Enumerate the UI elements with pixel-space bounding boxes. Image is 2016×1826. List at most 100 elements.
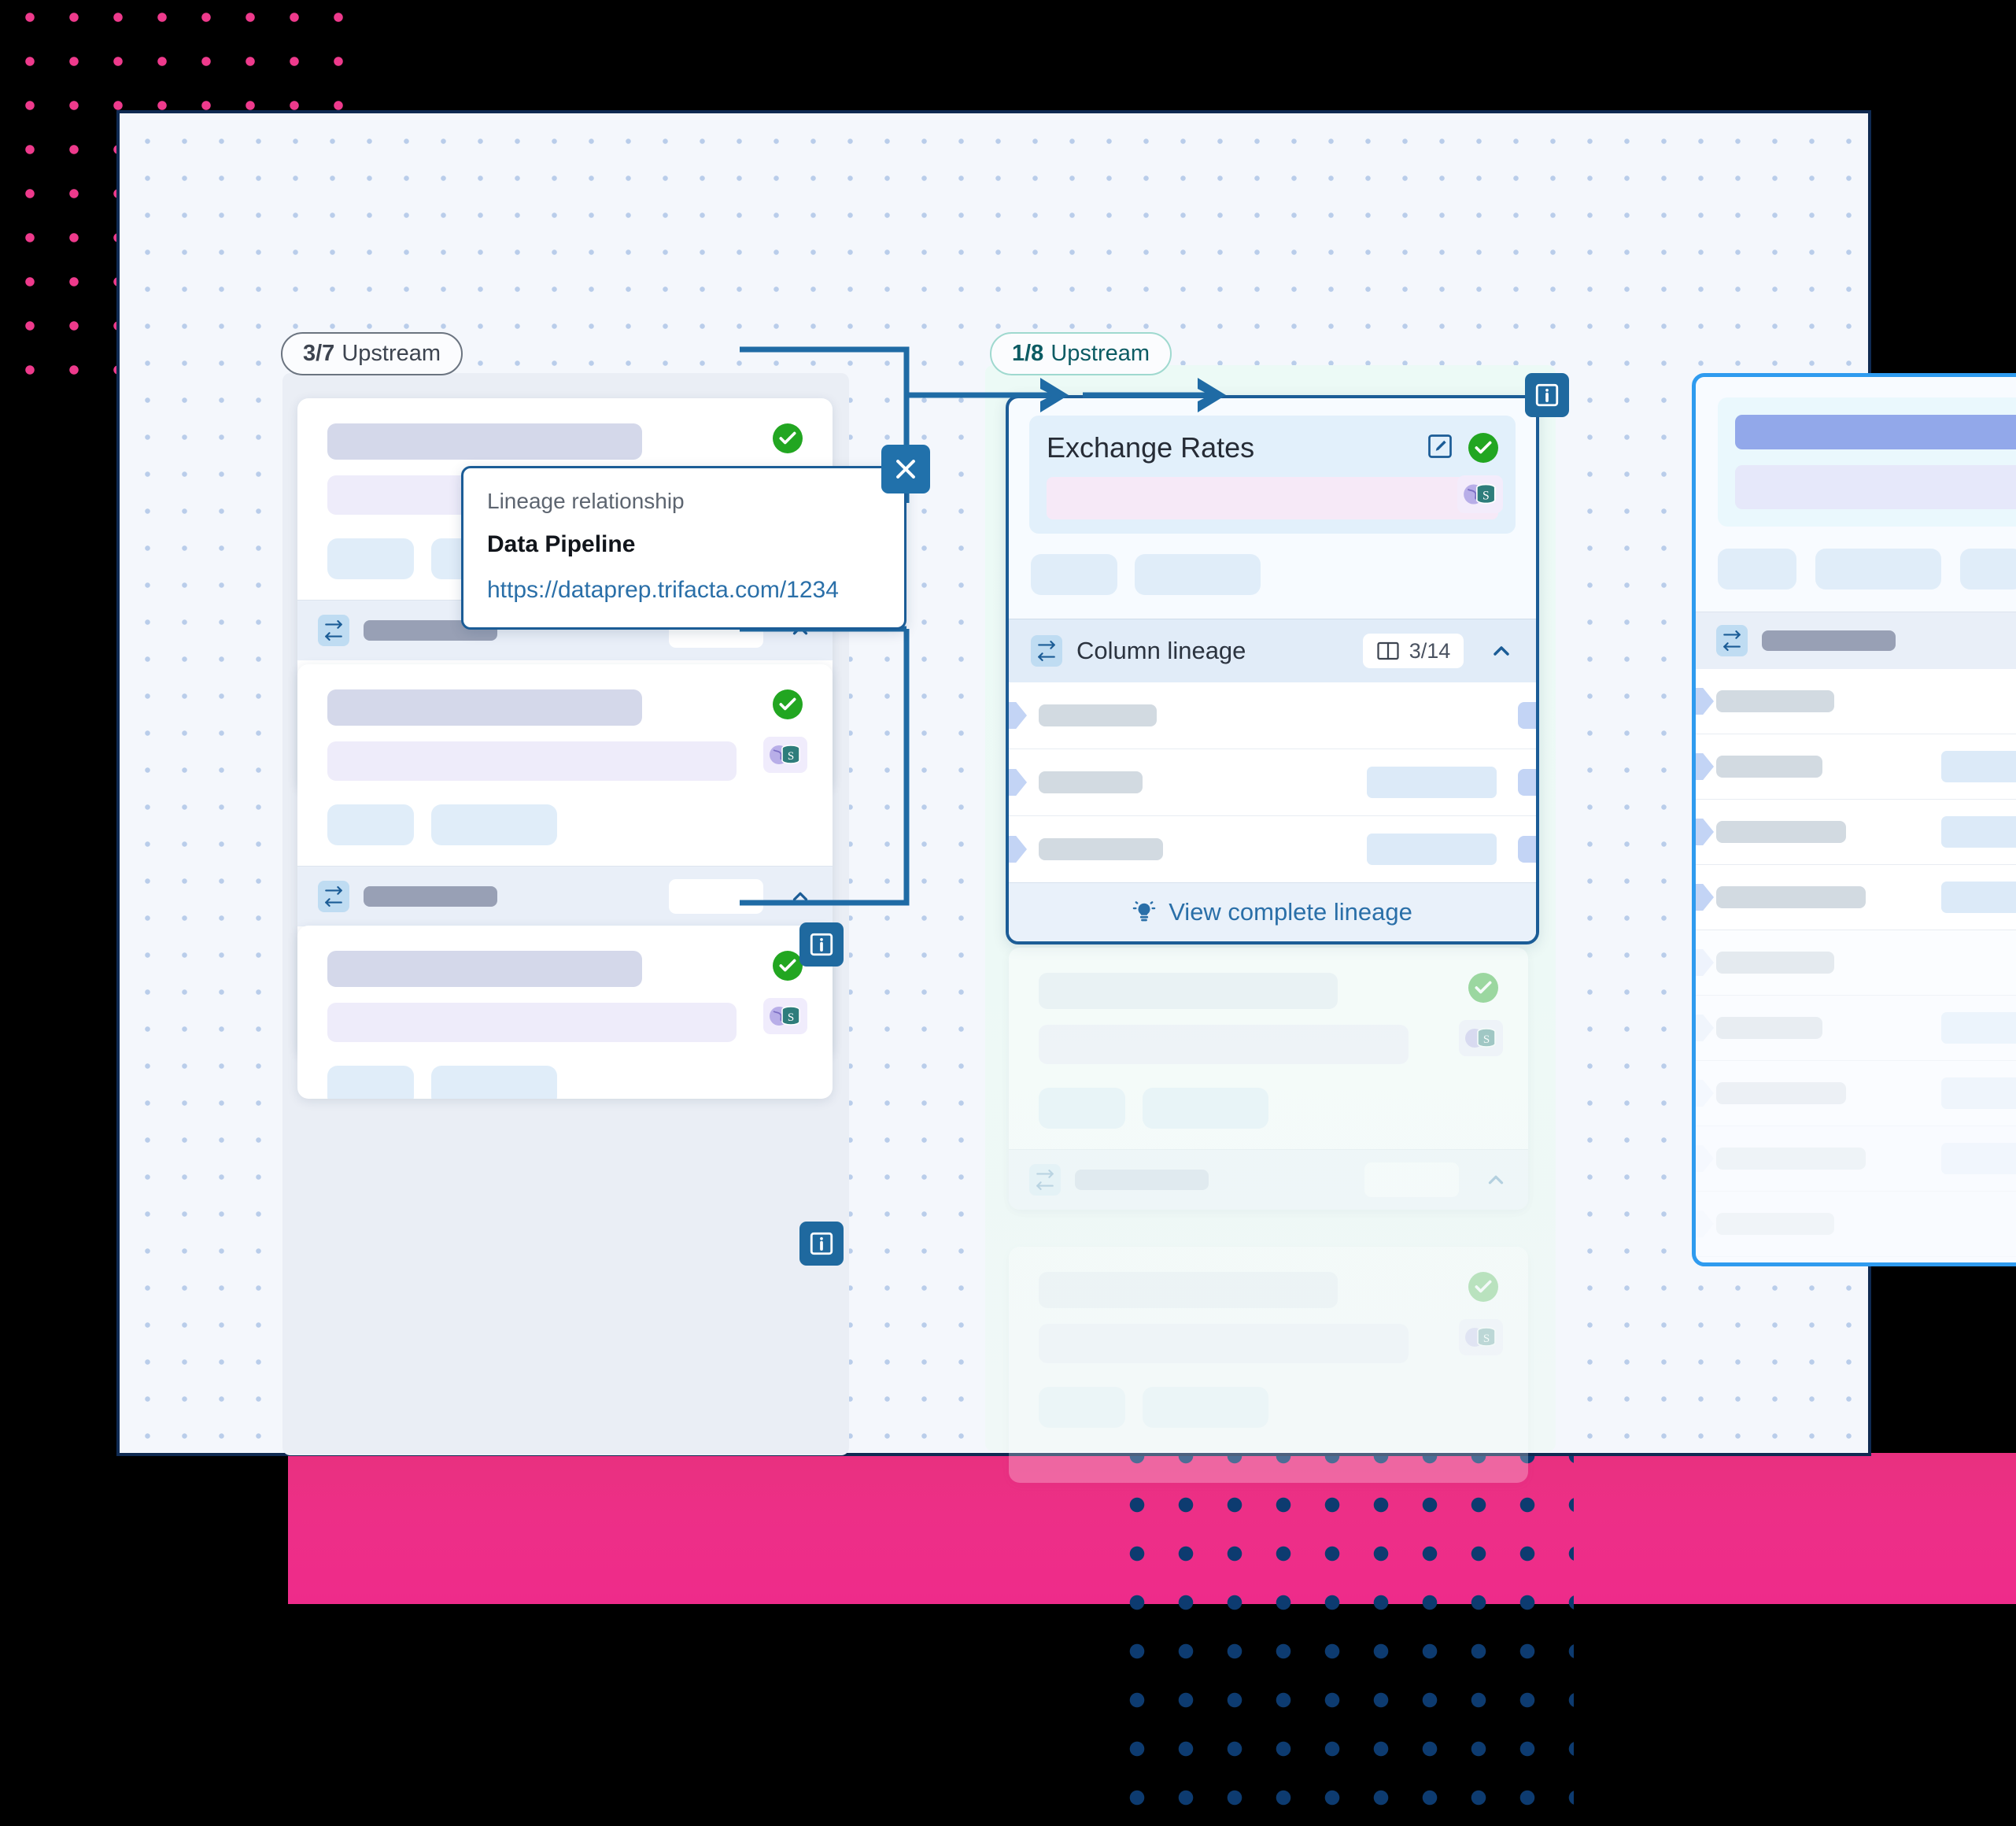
lineage-relationship-tooltip[interactable]: Lineage relationship Data Pipeline https…: [461, 445, 930, 630]
row-port-left: [1696, 688, 1714, 715]
check-circle-icon: [1468, 433, 1498, 463]
placeholder-title: [1735, 415, 2016, 449]
lineage-card[interactable]: S: [1009, 948, 1528, 1210]
row-port-left: [1009, 702, 1027, 729]
svg-text:S: S: [1483, 1033, 1490, 1046]
placeholder-chips: [1039, 1088, 1498, 1129]
chip: [327, 538, 414, 579]
globe-database-icon: S: [763, 737, 807, 773]
row-port-left: [1696, 753, 1714, 780]
globe-database-icon: S: [1459, 1319, 1503, 1355]
view-complete-lineage-button[interactable]: View complete lineage: [1009, 882, 1536, 941]
exchange-rates-card[interactable]: Exchange Rates S Column lineage 3/14 Vie…: [1006, 395, 1539, 944]
close-icon[interactable]: [881, 445, 930, 493]
column-lineage-bar[interactable]: Column lineage 3/14: [1009, 619, 1536, 682]
info-square-icon[interactable]: [799, 1222, 844, 1266]
placeholder-title: [1039, 973, 1338, 1009]
lineage-row[interactable]: [1696, 1061, 2016, 1126]
lineage-card[interactable]: S: [1009, 1247, 1528, 1483]
chevron-up-icon[interactable]: [1484, 1168, 1508, 1192]
svg-text:S: S: [788, 1011, 794, 1024]
lineage-card[interactable]: S: [297, 926, 833, 1099]
placeholder-lineage-label: [1762, 630, 1896, 651]
lineage-count-box[interactable]: 3/14: [1363, 634, 1464, 668]
info-square-icon[interactable]: [799, 922, 844, 967]
view-complete-lineage-label: View complete lineage: [1169, 898, 1412, 926]
column-lineage-bar[interactable]: [1696, 612, 2016, 669]
row-port-left: [1696, 819, 1714, 845]
columns-icon: [1377, 641, 1399, 660]
chip: [431, 804, 557, 845]
lineage-row[interactable]: [1696, 865, 2016, 930]
card-header: [1718, 397, 2016, 527]
chip: [431, 1066, 557, 1099]
swap-arrows-icon: [1716, 625, 1748, 656]
card-body: S: [1009, 948, 1528, 1149]
check-circle-icon: [773, 423, 803, 453]
globe-database-icon: S: [763, 998, 807, 1034]
chip: [327, 804, 414, 845]
chip: [1815, 549, 1941, 590]
lineage-canvas[interactable]: 3/7 Upstream 1/8 Upstream S S Lineage re…: [116, 110, 2016, 1483]
upstream-badge-1[interactable]: 3/7 Upstream: [281, 332, 463, 375]
placeholder-chips: [327, 804, 803, 845]
tooltip-name: Data Pipeline: [487, 531, 636, 557]
lineage-row[interactable]: [1009, 682, 1536, 749]
row-port-right: [1518, 702, 1536, 729]
lineage-row[interactable]: [1696, 1126, 2016, 1192]
chip: [1039, 1088, 1125, 1129]
edit-pencil-icon[interactable]: [1426, 432, 1454, 464]
lineage-row[interactable]: [1696, 1257, 2016, 1262]
chip: [1135, 554, 1261, 595]
row-port-left: [1696, 949, 1714, 976]
placeholder-subtitle: [327, 741, 737, 781]
lineage-row[interactable]: [1696, 1192, 2016, 1257]
row-port-right: [1518, 836, 1536, 863]
placeholder-subtitle: S: [1047, 475, 1503, 519]
column-lineage-bar[interactable]: [297, 866, 833, 926]
check-circle-icon: [1468, 973, 1498, 1003]
swap-arrows-icon: [1029, 1164, 1061, 1196]
lineage-count-box[interactable]: [1364, 1163, 1459, 1197]
lineage-row[interactable]: [1696, 669, 2016, 734]
lineage-row[interactable]: [1696, 996, 2016, 1061]
column-lineage-bar[interactable]: [1009, 1149, 1528, 1210]
row-port-left: [1696, 1145, 1714, 1172]
upstream-label-1: Upstream: [342, 341, 441, 366]
swap-arrows-icon: [1031, 635, 1062, 667]
downstream-card[interactable]: [1692, 373, 2016, 1266]
globe-database-icon: S: [1457, 475, 1503, 513]
card-body: S: [1009, 1247, 1528, 1448]
page-title: Exchange Rates: [1047, 431, 1255, 464]
check-circle-icon: [773, 951, 803, 981]
exchange-card-header: Exchange Rates S: [1029, 416, 1516, 534]
lineage-count-box[interactable]: [669, 879, 763, 914]
svg-text:S: S: [1482, 489, 1490, 502]
lineage-row[interactable]: [1009, 816, 1536, 882]
lineage-row[interactable]: [1696, 800, 2016, 865]
placeholder-chips: [1718, 549, 2016, 590]
placeholder-title: [1039, 1272, 1338, 1308]
card-body: S: [297, 926, 833, 1099]
globe-database-icon: S: [1459, 1020, 1503, 1056]
lineage-rows: [1696, 669, 2016, 1262]
lineage-row[interactable]: [1696, 930, 2016, 996]
info-square-icon[interactable]: [1525, 373, 1569, 417]
row-port-left: [1696, 884, 1714, 911]
lineage-row[interactable]: [1009, 749, 1536, 816]
placeholder-subtitle: [1039, 1025, 1409, 1064]
chevron-up-icon[interactable]: [788, 885, 812, 908]
chip: [1143, 1088, 1268, 1129]
lineage-count: 3/14: [1409, 638, 1451, 663]
tooltip-url[interactable]: https://dataprep.trifacta.com/1234: [487, 577, 881, 604]
chip: [327, 1066, 414, 1099]
lineage-row[interactable]: [1696, 734, 2016, 800]
upstream-badge-2[interactable]: 1/8 Upstream: [990, 332, 1172, 375]
chevron-up-icon[interactable]: [1489, 638, 1514, 663]
row-port-left: [1696, 1080, 1714, 1107]
column-lineage-label: Column lineage: [1076, 637, 1246, 664]
chip: [1039, 1387, 1125, 1428]
upstream-count-2: 1/8: [1012, 341, 1044, 366]
placeholder-subtitle: [1735, 465, 2016, 509]
placeholder-lineage-label: [1075, 1170, 1209, 1190]
